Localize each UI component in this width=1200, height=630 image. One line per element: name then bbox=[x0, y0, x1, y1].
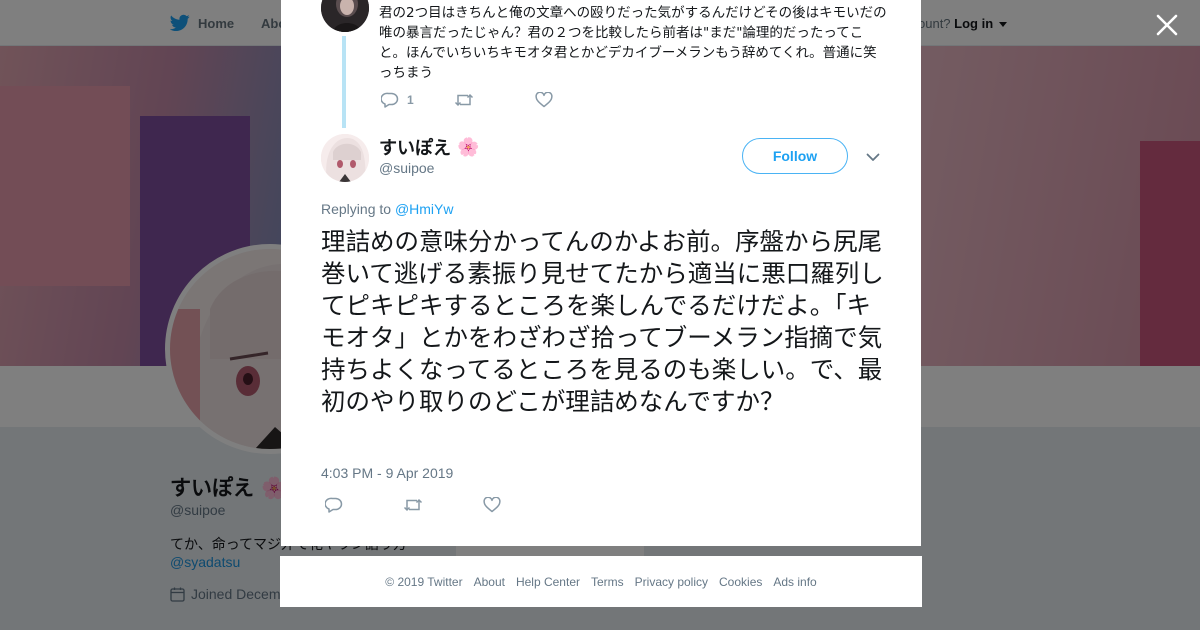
tweet-timestamp[interactable]: 4:03 PM - 9 Apr 2019 bbox=[321, 465, 453, 481]
author-name-text: すいぽえ bbox=[379, 138, 451, 159]
avatar-illustration bbox=[321, 0, 369, 32]
footer-link-about[interactable]: About bbox=[474, 575, 505, 589]
footer-copyright: © 2019 Twitter bbox=[385, 574, 463, 589]
tweet-author-avatar[interactable] bbox=[321, 134, 369, 182]
reply-icon bbox=[325, 497, 343, 513]
tweet-author-name[interactable]: すいぽえ 🌸 bbox=[379, 134, 479, 160]
retweet-button[interactable] bbox=[454, 92, 474, 108]
retweet-button[interactable] bbox=[403, 497, 423, 513]
close-icon[interactable] bbox=[1154, 12, 1180, 38]
like-button[interactable] bbox=[483, 497, 501, 513]
cherry-blossom-icon: 🌸 bbox=[457, 136, 480, 158]
previous-tweet-text: 君の2つ目はきちんと俺の文章への殴りだった気がするんだけどその後はキモいだの唯の… bbox=[379, 5, 887, 81]
tweet-text: 理詰めの意味分かってんのかよお前。序盤から尻尾巻いて逃げる素振り見せてたから適当… bbox=[321, 227, 884, 416]
retweet-icon bbox=[403, 498, 423, 512]
replying-to: Replying to @HmiYw bbox=[321, 201, 453, 217]
tweet-modal: 君の2つ目はきちんと俺の文章への殴りだった気がするんだけどその後はキモいだの唯の… bbox=[281, 0, 921, 546]
tweet-actions bbox=[325, 497, 501, 513]
heart-icon bbox=[483, 497, 501, 513]
replying-prefix: Replying to bbox=[321, 201, 392, 217]
tweet-author-handle[interactable]: @suipoe bbox=[379, 160, 434, 176]
footer-link-help-center[interactable]: Help Center bbox=[516, 575, 580, 589]
retweet-icon bbox=[454, 93, 473, 107]
reply-button[interactable]: 1 bbox=[381, 92, 414, 108]
avatar-illustration bbox=[321, 134, 369, 182]
footer-link-ads-info[interactable]: Ads info bbox=[773, 575, 816, 589]
footer-link-privacy-policy[interactable]: Privacy policy bbox=[635, 575, 708, 589]
follow-button[interactable]: Follow bbox=[742, 138, 848, 174]
footer-link-cookies[interactable]: Cookies bbox=[719, 575, 762, 589]
reply-icon bbox=[381, 92, 399, 108]
modal-footer: © 2019 Twitter About Help Center Terms P… bbox=[280, 556, 922, 607]
previous-tweet-actions: 1 bbox=[381, 92, 553, 108]
replying-to-mention[interactable]: @HmiYw bbox=[395, 201, 454, 217]
previous-tweet-avatar[interactable] bbox=[321, 0, 369, 32]
reply-count: 1 bbox=[407, 93, 414, 107]
footer-link-terms[interactable]: Terms bbox=[591, 575, 624, 589]
reply-button[interactable] bbox=[325, 497, 343, 513]
heart-icon bbox=[535, 92, 553, 108]
like-button[interactable] bbox=[535, 92, 553, 108]
thread-connector-line bbox=[342, 36, 346, 128]
chevron-down-icon[interactable] bbox=[865, 150, 881, 164]
